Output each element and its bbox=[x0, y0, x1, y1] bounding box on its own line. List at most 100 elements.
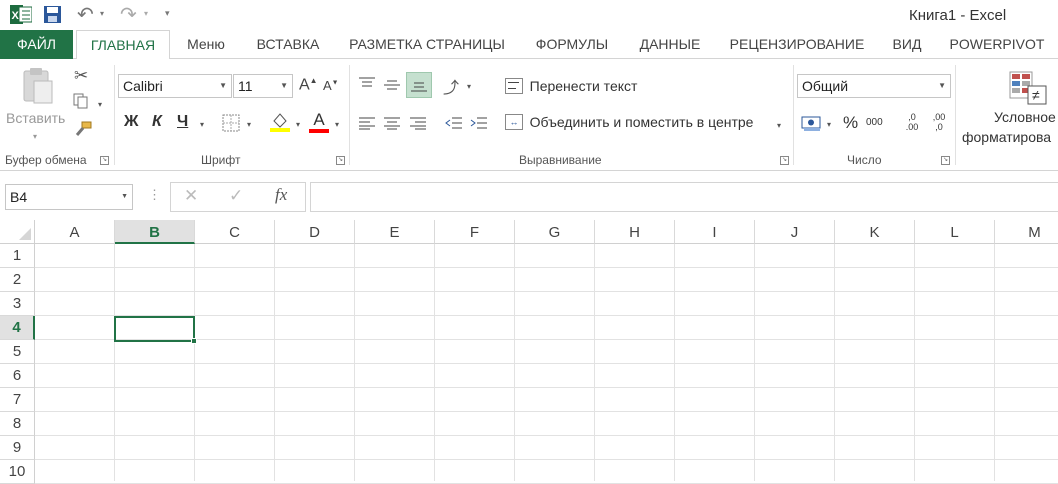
cut-icon[interactable]: ✂ bbox=[74, 66, 88, 86]
borders-icon[interactable] bbox=[222, 114, 240, 132]
currency-icon[interactable] bbox=[801, 114, 823, 132]
row-header-6[interactable]: 6 bbox=[0, 364, 35, 388]
increase-indent-icon[interactable] bbox=[470, 116, 488, 130]
column-header-a[interactable]: A bbox=[35, 220, 115, 244]
grow-font-button[interactable]: A▲ bbox=[299, 76, 318, 94]
formula-bar-grip-icon[interactable]: ⋮ bbox=[148, 187, 161, 203]
align-bottom-icon[interactable] bbox=[406, 72, 432, 98]
fill-color-dropdown-icon[interactable]: ▾ bbox=[296, 120, 300, 129]
tab-formulas[interactable]: ФОРМУЛЫ bbox=[526, 30, 618, 59]
column-header-j[interactable]: J bbox=[755, 220, 835, 244]
italic-button[interactable]: К bbox=[152, 113, 162, 131]
row-gridline bbox=[35, 363, 1058, 364]
wrap-text-button[interactable]: Перенести текст bbox=[505, 77, 637, 97]
select-all-corner[interactable] bbox=[0, 220, 35, 244]
fill-color-icon[interactable] bbox=[269, 111, 291, 133]
tab-review[interactable]: РЕЦЕНЗИРОВАНИЕ bbox=[720, 30, 874, 59]
copy-icon[interactable] bbox=[73, 93, 89, 109]
row-header-2[interactable]: 2 bbox=[0, 268, 35, 292]
redo-dropdown-icon[interactable]: ▾ bbox=[144, 9, 148, 18]
tab-menu[interactable]: Меню bbox=[178, 30, 234, 59]
orientation-icon[interactable]: ⤴ bbox=[443, 74, 459, 98]
tab-file[interactable]: ФАЙЛ bbox=[0, 30, 73, 59]
column-header-i[interactable]: I bbox=[675, 220, 755, 244]
row-header-9[interactable]: 9 bbox=[0, 436, 35, 460]
column-header-m[interactable]: M bbox=[995, 220, 1058, 244]
underline-dropdown-icon[interactable]: ▾ bbox=[200, 120, 204, 129]
merge-dropdown-icon[interactable]: ▾ bbox=[777, 121, 781, 130]
undo-icon[interactable]: ↶ bbox=[77, 2, 94, 27]
row-header-4[interactable]: 4 bbox=[0, 316, 35, 340]
conditional-formatting-label-1[interactable]: Условное bbox=[994, 109, 1056, 125]
column-header-k[interactable]: K bbox=[835, 220, 915, 244]
align-top-icon[interactable] bbox=[358, 76, 376, 92]
undo-dropdown-icon[interactable]: ▾ bbox=[100, 9, 104, 18]
column-header-e[interactable]: E bbox=[355, 220, 435, 244]
conditional-formatting-icon[interactable]: ≠ bbox=[1008, 70, 1048, 106]
fill-handle[interactable] bbox=[191, 338, 197, 344]
row-header-8[interactable]: 8 bbox=[0, 412, 35, 436]
percent-button[interactable]: % bbox=[843, 113, 858, 133]
number-launcher-icon[interactable]: ↘ bbox=[941, 156, 950, 165]
clipboard-launcher-icon[interactable]: ↘ bbox=[100, 156, 109, 165]
align-center-icon[interactable] bbox=[383, 116, 401, 130]
thousands-separator-button[interactable]: 000 bbox=[866, 117, 883, 128]
row-header-1[interactable]: 1 bbox=[0, 244, 35, 268]
tab-page-layout[interactable]: РАЗМЕТКА СТРАНИЦЫ bbox=[340, 30, 514, 59]
column-header-h[interactable]: H bbox=[595, 220, 675, 244]
underline-button[interactable]: Ч bbox=[177, 113, 188, 131]
copy-dropdown-icon[interactable]: ▾ bbox=[98, 100, 102, 109]
merge-center-button[interactable]: ↔ Объединить и поместить в центре bbox=[505, 113, 753, 133]
paste-icon[interactable] bbox=[20, 67, 56, 107]
column-header-d[interactable]: D bbox=[275, 220, 355, 244]
column-gridline bbox=[354, 244, 355, 481]
alignment-launcher-icon[interactable]: ↘ bbox=[780, 156, 789, 165]
column-header-l[interactable]: L bbox=[915, 220, 995, 244]
tab-powerpivot[interactable]: POWERPIVOT bbox=[942, 30, 1052, 59]
name-box[interactable]: B4 ▼ bbox=[5, 184, 133, 210]
format-painter-icon[interactable] bbox=[74, 121, 92, 137]
enter-icon[interactable]: ✓ bbox=[229, 186, 243, 206]
orientation-dropdown-icon[interactable]: ▾ bbox=[467, 82, 471, 91]
cancel-icon[interactable]: ✕ bbox=[184, 186, 198, 206]
align-middle-icon[interactable] bbox=[383, 76, 401, 92]
row-header-10[interactable]: 10 bbox=[0, 460, 35, 484]
column-header-g[interactable]: G bbox=[515, 220, 595, 244]
merge-icon: ↔ bbox=[505, 113, 523, 130]
insert-function-button[interactable]: fx bbox=[275, 185, 287, 205]
row-header-7[interactable]: 7 bbox=[0, 388, 35, 412]
row-header-3[interactable]: 3 bbox=[0, 292, 35, 316]
number-format-combo[interactable]: Общий ▼ bbox=[797, 74, 951, 98]
font-color-dropdown-icon[interactable]: ▾ bbox=[335, 120, 339, 129]
tab-view[interactable]: ВИД bbox=[884, 30, 930, 59]
save-icon[interactable] bbox=[44, 6, 61, 23]
column-header-b[interactable]: B bbox=[115, 220, 195, 244]
tab-data[interactable]: ДАННЫЕ bbox=[630, 30, 710, 59]
formula-input[interactable] bbox=[310, 182, 1058, 212]
paste-button-label[interactable]: Вставить bbox=[6, 110, 65, 126]
paste-dropdown-icon[interactable]: ▾ bbox=[33, 132, 37, 141]
tab-insert[interactable]: ВСТАВКА bbox=[246, 30, 330, 59]
increase-decimal-button[interactable]: ,0 .00 bbox=[902, 112, 922, 132]
align-right-icon[interactable] bbox=[409, 116, 427, 130]
bold-button[interactable]: Ж bbox=[124, 113, 138, 131]
customize-qat-icon[interactable]: ▾ bbox=[165, 8, 170, 19]
shrink-font-button[interactable]: A▼ bbox=[323, 78, 339, 93]
row-header-5[interactable]: 5 bbox=[0, 340, 35, 364]
tab-home[interactable]: ГЛАВНАЯ bbox=[76, 30, 170, 60]
font-launcher-icon[interactable]: ↘ bbox=[336, 156, 345, 165]
column-header-f[interactable]: F bbox=[435, 220, 515, 244]
font-color-letter: A bbox=[313, 110, 325, 129]
conditional-formatting-label-2[interactable]: форматирова bbox=[962, 129, 1051, 145]
borders-dropdown-icon[interactable]: ▾ bbox=[247, 120, 251, 129]
currency-dropdown-icon[interactable]: ▾ bbox=[827, 120, 831, 129]
font-name-combo[interactable]: Calibri ▼ bbox=[118, 74, 232, 98]
column-header-c[interactable]: C bbox=[195, 220, 275, 244]
redo-icon[interactable]: ↷ bbox=[120, 2, 137, 27]
decrease-indent-icon[interactable] bbox=[445, 116, 463, 130]
worksheet-grid[interactable]: ABCDEFGHIJKLM 1 2 3 4 5 6 7 8 9 10 bbox=[0, 220, 1058, 484]
align-left-icon[interactable] bbox=[358, 116, 376, 130]
decrease-decimal-button[interactable]: ,00 ,0 bbox=[929, 112, 949, 132]
font-color-icon[interactable]: A bbox=[308, 110, 330, 134]
font-size-combo[interactable]: 11 ▼ bbox=[233, 74, 293, 98]
